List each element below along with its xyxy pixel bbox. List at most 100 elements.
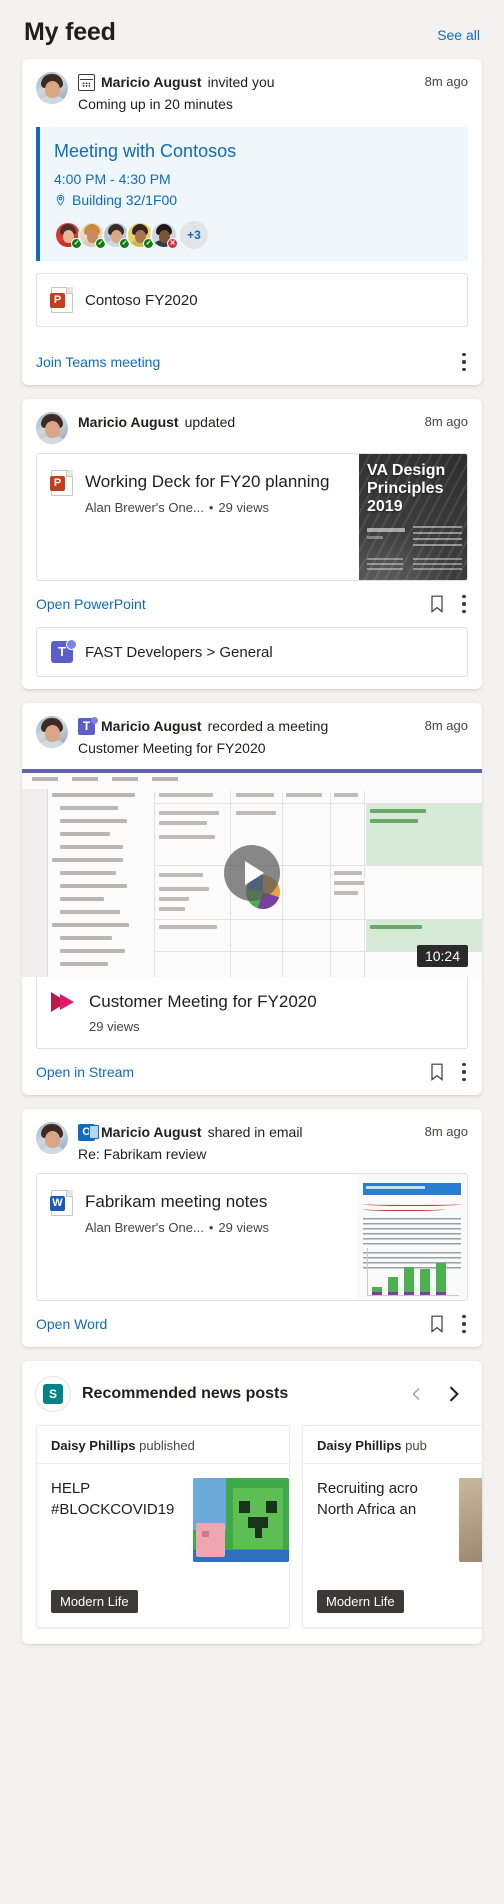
file-icon-letter: P bbox=[50, 293, 65, 308]
document-meta: Alan Brewer's One... • 29 views bbox=[85, 500, 329, 515]
open-powerpoint-button[interactable]: Open PowerPoint bbox=[36, 596, 146, 612]
more-options-icon[interactable] bbox=[462, 595, 466, 613]
video-info[interactable]: Customer Meeting for FY2020 29 views bbox=[36, 977, 468, 1049]
open-word-button[interactable]: Open Word bbox=[36, 1316, 107, 1332]
video-views: 29 views bbox=[89, 1019, 140, 1034]
card-footer-actions bbox=[430, 1315, 466, 1333]
document-views: 29 views bbox=[218, 500, 269, 515]
play-button-icon[interactable] bbox=[224, 845, 280, 901]
actor-action: updated bbox=[184, 414, 236, 430]
see-all-link[interactable]: See all bbox=[437, 27, 480, 43]
card-header: Maricio August invited you Coming up in … bbox=[22, 59, 482, 123]
thumbnail-title: VA Design Principles 2019 bbox=[367, 462, 446, 515]
card-subtitle: Customer Meeting for FY2020 bbox=[78, 740, 266, 756]
join-teams-meeting-button[interactable]: Join Teams meeting bbox=[36, 354, 160, 370]
actor-action: recorded a meeting bbox=[207, 718, 329, 734]
channel-row[interactable]: T FAST Developers > General bbox=[36, 627, 468, 677]
feed-card-document-updated[interactable]: Maricio August updated 8m ago P Working … bbox=[22, 399, 482, 689]
attendees-overflow[interactable]: +3 bbox=[180, 221, 208, 249]
meeting-title[interactable]: Meeting with Contosos bbox=[54, 139, 454, 163]
page-title: My feed bbox=[24, 18, 116, 46]
location-pin-icon bbox=[56, 194, 65, 206]
actor-name: Maricio August bbox=[101, 718, 202, 734]
sharepoint-icon-letter: S bbox=[43, 1384, 63, 1404]
calendar-icon bbox=[78, 74, 95, 91]
chevron-left-icon[interactable] bbox=[406, 1383, 428, 1405]
separator: • bbox=[208, 500, 214, 515]
timestamp: 8m ago bbox=[424, 414, 468, 429]
card-footer: Open in Stream bbox=[22, 1049, 482, 1095]
outlook-icon: O bbox=[78, 1124, 99, 1141]
document-thumbnail: VA Design Principles 2019 bbox=[359, 454, 467, 580]
minecraft-creeper-image bbox=[193, 1478, 289, 1562]
news-carousel-nav bbox=[406, 1383, 470, 1405]
document-info: W Fabrikam meeting notes Alan Brewer's O… bbox=[37, 1174, 357, 1300]
news-action: pub bbox=[405, 1438, 427, 1453]
open-in-stream-button[interactable]: Open in Stream bbox=[36, 1064, 134, 1080]
powerpoint-file-icon: P bbox=[50, 470, 73, 496]
meeting-details[interactable]: Meeting with Contosos 4:00 PM - 4:30 PM … bbox=[36, 127, 468, 261]
more-options-icon[interactable] bbox=[462, 1315, 466, 1333]
attachment-name: Contoso FY2020 bbox=[85, 291, 198, 309]
actor-action: invited you bbox=[207, 74, 275, 90]
feed-card-shared-in-email[interactable]: O Maricio August shared in email Re: Fab… bbox=[22, 1109, 482, 1347]
card-footer: Join Teams meeting bbox=[22, 339, 482, 385]
recommended-news-section: S Recommended news posts Daisy Phillips … bbox=[22, 1361, 482, 1644]
news-headline: HELP #BLOCKCOVID19 bbox=[51, 1480, 175, 1518]
feed-card-recorded-meeting[interactable]: T Maricio August recorded a meeting Cust… bbox=[22, 703, 482, 1095]
news-headline: Recruiting acro North Africa an bbox=[317, 1480, 418, 1518]
document-title: Working Deck for FY20 planning bbox=[85, 472, 330, 491]
my-feed-page: My feed See all Maricio August invited y… bbox=[0, 0, 504, 1904]
teams-icon: T bbox=[51, 639, 77, 663]
feed-header: My feed See all bbox=[22, 0, 482, 59]
video-player[interactable]: 10:24 bbox=[22, 769, 482, 977]
bookmark-icon[interactable] bbox=[430, 1063, 444, 1081]
card-footer-actions bbox=[430, 595, 466, 613]
more-options-icon[interactable] bbox=[462, 353, 466, 371]
actor-name: Maricio August bbox=[101, 74, 202, 90]
avatar bbox=[36, 716, 68, 748]
news-tag[interactable]: Modern Life bbox=[51, 1590, 138, 1613]
bookmark-icon[interactable] bbox=[430, 1315, 444, 1333]
stream-icon bbox=[51, 991, 77, 1013]
news-section-title: Recommended news posts bbox=[82, 1385, 289, 1402]
attendee-avatar[interactable]: ✕ bbox=[150, 221, 178, 249]
news-author: Daisy Phillips bbox=[51, 1438, 136, 1453]
bookmark-icon[interactable] bbox=[430, 595, 444, 613]
chevron-right-icon[interactable] bbox=[442, 1383, 464, 1405]
news-card-header: Daisy Phillips published bbox=[37, 1426, 289, 1464]
card-footer-actions bbox=[462, 353, 466, 371]
document-meta: Alan Brewer's One... • 29 views bbox=[85, 1220, 269, 1235]
document-views: 29 views bbox=[218, 1220, 269, 1235]
avatar bbox=[36, 412, 68, 444]
news-author: Daisy Phillips bbox=[317, 1438, 402, 1453]
news-header: S Recommended news posts bbox=[22, 1375, 482, 1425]
timestamp: 8m ago bbox=[424, 718, 468, 733]
news-carousel[interactable]: Daisy Phillips published HELP #BLOCKCOVI… bbox=[22, 1425, 482, 1644]
document-thumbnail bbox=[357, 1174, 467, 1300]
card-footer-actions bbox=[430, 1063, 466, 1081]
news-tag[interactable]: Modern Life bbox=[317, 1590, 404, 1613]
document-preview[interactable]: W Fabrikam meeting notes Alan Brewer's O… bbox=[36, 1173, 468, 1301]
timestamp: 8m ago bbox=[424, 74, 468, 89]
feed-card-meeting-invite[interactable]: Maricio August invited you Coming up in … bbox=[22, 59, 482, 385]
card-subtitle: Coming up in 20 minutes bbox=[78, 96, 233, 112]
card-header: O Maricio August shared in email Re: Fab… bbox=[22, 1109, 482, 1173]
more-options-icon[interactable] bbox=[462, 1063, 466, 1081]
meeting-time: 4:00 PM - 4:30 PM bbox=[54, 171, 171, 187]
video-duration: 10:24 bbox=[416, 945, 468, 967]
avatar bbox=[36, 72, 68, 104]
document-info: P Working Deck for FY20 planning Alan Br… bbox=[37, 454, 359, 580]
status-badge: ✕ bbox=[167, 238, 178, 249]
news-card[interactable]: Daisy Phillips pub Recruiting acro North… bbox=[302, 1425, 482, 1628]
news-card[interactable]: Daisy Phillips published HELP #BLOCKCOVI… bbox=[36, 1425, 290, 1628]
card-header-text: O Maricio August shared in email Re: Fab… bbox=[78, 1122, 415, 1164]
document-preview[interactable]: P Working Deck for FY20 planning Alan Br… bbox=[36, 453, 468, 581]
avatar bbox=[36, 1122, 68, 1154]
timestamp: 8m ago bbox=[424, 1124, 468, 1139]
actor-action: shared in email bbox=[207, 1124, 303, 1140]
attachment-row[interactable]: P Contoso FY2020 bbox=[36, 273, 468, 327]
sharepoint-icon: S bbox=[36, 1377, 70, 1411]
card-header-text: T Maricio August recorded a meeting Cust… bbox=[78, 716, 415, 758]
teams-icon: T bbox=[78, 717, 98, 735]
